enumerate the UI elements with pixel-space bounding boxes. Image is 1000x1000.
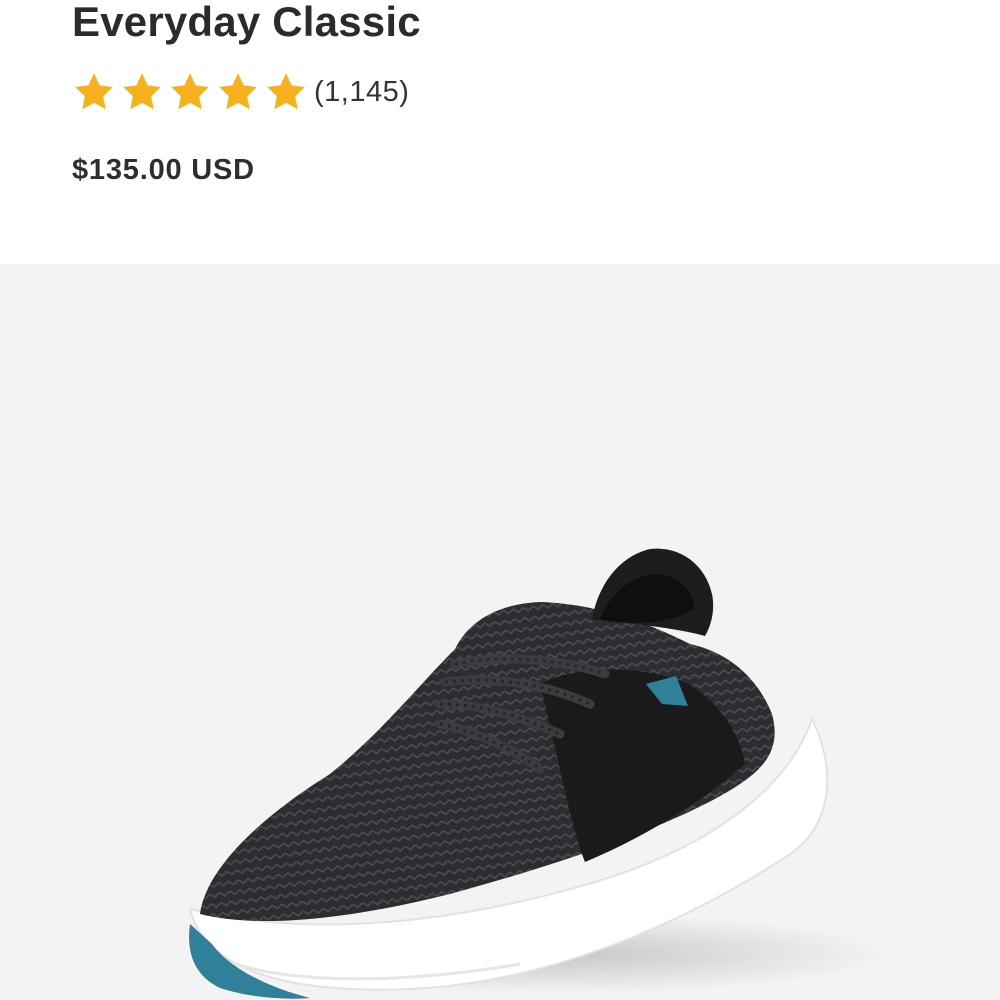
star-icon [216, 70, 260, 114]
review-count[interactable]: (1,145) [314, 76, 409, 109]
star-icon [264, 70, 308, 114]
star-icon [72, 70, 116, 114]
star-rating [72, 70, 308, 114]
product-image-gallery[interactable] [0, 264, 1000, 1000]
rating-row[interactable]: (1,145) [72, 70, 409, 114]
shoe-product-image [188, 548, 890, 999]
star-icon [168, 70, 212, 114]
product-header: Everyday Classic (1,145) $135.00 USD [0, 0, 1000, 264]
product-title: Everyday Classic [72, 0, 421, 45]
star-icon [120, 70, 164, 114]
product-price: $135.00 USD [72, 154, 255, 186]
